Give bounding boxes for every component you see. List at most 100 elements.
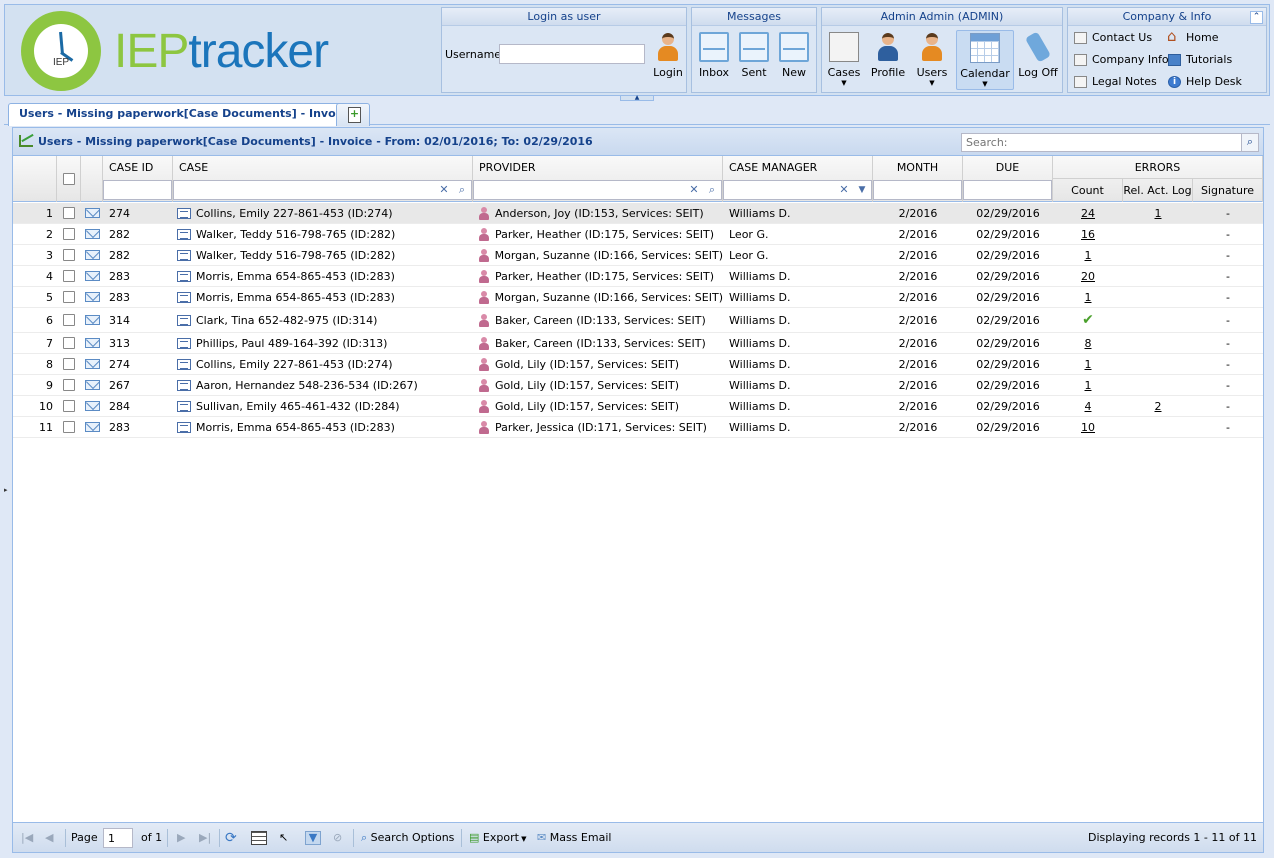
case-cell[interactable]: Walker, Teddy 516-798-765 (ID:282)	[177, 245, 473, 265]
table-row[interactable]: 7 313 Phillips, Paul 489-164-392 (ID:313…	[13, 333, 1263, 354]
case-cell[interactable]: Walker, Teddy 516-798-765 (ID:282)	[177, 224, 473, 244]
case-filter-input[interactable]	[173, 180, 472, 200]
row-checkbox[interactable]	[63, 337, 75, 349]
table-row[interactable]: 11 283 Morris, Emma 654-865-453 (ID:283)…	[13, 417, 1263, 438]
table-row[interactable]: 6 314 Clark, Tina 652-482-975 (ID:314) B…	[13, 308, 1263, 333]
case-filter-search-icon[interactable]: ⌕	[455, 181, 469, 199]
provider-cell[interactable]: Parker, Heather (ID:175, Services: SEIT)	[479, 266, 723, 286]
send-mail-icon[interactable]	[84, 271, 100, 281]
login-button[interactable]: Login	[648, 30, 688, 90]
table-row[interactable]: 2 282 Walker, Teddy 516-798-765 (ID:282)…	[13, 224, 1263, 245]
send-mail-icon[interactable]	[84, 422, 100, 432]
provider-filter-input[interactable]	[473, 180, 722, 200]
count-link[interactable]: 16	[1081, 228, 1095, 241]
table-row[interactable]: 9 267 Aaron, Hernandez 548-236-534 (ID:2…	[13, 375, 1263, 396]
count-link[interactable]: 1	[1085, 358, 1092, 371]
help-desk-link[interactable]: i Help Desk	[1166, 74, 1242, 90]
count-link[interactable]: 1	[1085, 249, 1092, 262]
case-cell[interactable]: Morris, Emma 654-865-453 (ID:283)	[177, 287, 473, 307]
case-cell[interactable]: Aaron, Hernandez 548-236-534 (ID:267)	[177, 375, 473, 395]
send-mail-icon[interactable]	[84, 292, 100, 302]
sent-button[interactable]: Sent	[734, 30, 774, 90]
send-mail-icon[interactable]	[84, 208, 100, 218]
search-input[interactable]	[961, 133, 1259, 152]
month-header[interactable]: MONTH	[873, 156, 963, 202]
filter-toggle-icon[interactable]: ▼	[305, 830, 321, 846]
username-input[interactable]	[499, 44, 645, 64]
provider-cell[interactable]: Morgan, Suzanne (ID:166, Services: SEIT)	[479, 245, 723, 265]
send-mail-icon[interactable]	[84, 315, 100, 325]
count-link[interactable]: 24	[1081, 207, 1095, 220]
send-mail-icon[interactable]	[84, 401, 100, 411]
columns-grid-icon[interactable]	[251, 830, 267, 846]
left-panel-expander-icon[interactable]: ▸	[4, 470, 9, 510]
table-row[interactable]: 1 274 Collins, Emily 227-861-453 (ID:274…	[13, 203, 1263, 224]
provider-cell[interactable]: Anderson, Joy (ID:153, Services: SEIT)	[479, 203, 723, 223]
cases-button[interactable]: Cases ▼	[824, 30, 864, 90]
provider-header[interactable]: PROVIDER ✕ ⌕	[473, 156, 723, 202]
provider-filter-search-icon[interactable]: ⌕	[705, 181, 719, 199]
refresh-icon[interactable]: ⟳	[225, 830, 237, 846]
log-off-button[interactable]: Log Off	[1018, 30, 1058, 90]
count-header[interactable]: Count	[1053, 179, 1123, 202]
month-filter-input[interactable]	[873, 180, 962, 200]
count-link[interactable]: 20	[1081, 270, 1095, 283]
case-cell[interactable]: Sullivan, Emily 465-461-432 (ID:284)	[177, 396, 473, 416]
row-checkbox[interactable]	[63, 358, 75, 370]
provider-cell[interactable]: Baker, Careen (ID:133, Services: SEIT)	[479, 308, 723, 332]
case-cell[interactable]: Collins, Emily 227-861-453 (ID:274)	[177, 203, 473, 223]
rel-act-log-link[interactable]: 1	[1155, 207, 1162, 220]
count-link[interactable]: 1	[1085, 379, 1092, 392]
count-link[interactable]: 10	[1081, 421, 1095, 434]
home-link[interactable]: Home	[1166, 28, 1218, 46]
clear-filter-icon[interactable]: ⊘	[333, 830, 342, 846]
signature-header[interactable]: Signature	[1193, 179, 1263, 202]
mass-email-button[interactable]: ✉ Mass Email	[537, 830, 611, 846]
provider-cell[interactable]: Gold, Lily (ID:157, Services: SEIT)	[479, 396, 723, 416]
add-tab-button[interactable]	[336, 103, 370, 126]
send-mail-icon[interactable]	[84, 229, 100, 239]
provider-filter-clear-icon[interactable]: ✕	[687, 181, 701, 199]
collapse-header-icon[interactable]: ⌃	[1250, 11, 1263, 24]
legal-notes-link[interactable]: Legal Notes	[1072, 74, 1157, 90]
send-mail-icon[interactable]	[84, 250, 100, 260]
case-cell[interactable]: Phillips, Paul 489-164-392 (ID:313)	[177, 333, 473, 353]
due-filter-input[interactable]	[963, 180, 1052, 200]
tutorials-link[interactable]: Tutorials	[1166, 52, 1232, 68]
count-link[interactable]: 4	[1085, 400, 1092, 413]
export-button[interactable]: ▤ Export ▼	[469, 830, 527, 846]
case-manager-dropdown-icon[interactable]: ▼	[855, 181, 869, 199]
next-page-icon[interactable]: ▶	[177, 830, 185, 846]
profile-button[interactable]: Profile	[868, 30, 908, 90]
provider-cell[interactable]: Gold, Lily (ID:157, Services: SEIT)	[479, 375, 723, 395]
provider-cell[interactable]: Parker, Heather (ID:175, Services: SEIT)	[479, 224, 723, 244]
case-id-header[interactable]: CASE ID	[103, 156, 173, 202]
row-checkbox[interactable]	[63, 207, 75, 219]
send-mail-icon[interactable]	[84, 359, 100, 369]
table-row[interactable]: 10 284 Sullivan, Emily 465-461-432 (ID:2…	[13, 396, 1263, 417]
row-checkbox[interactable]	[63, 421, 75, 433]
case-cell[interactable]: Morris, Emma 654-865-453 (ID:283)	[177, 417, 473, 437]
provider-cell[interactable]: Parker, Jessica (ID:171, Services: SEIT)	[479, 417, 723, 437]
row-checkbox[interactable]	[63, 291, 75, 303]
provider-cell[interactable]: Gold, Lily (ID:157, Services: SEIT)	[479, 354, 723, 374]
rel-act-log-header[interactable]: Rel. Act. Log	[1123, 179, 1193, 202]
row-checkbox[interactable]	[63, 249, 75, 261]
rel-act-log-link[interactable]: 2	[1155, 400, 1162, 413]
first-page-icon[interactable]: |◀	[21, 830, 33, 846]
provider-cell[interactable]: Baker, Careen (ID:133, Services: SEIT)	[479, 333, 723, 353]
table-row[interactable]: 3 282 Walker, Teddy 516-798-765 (ID:282)…	[13, 245, 1263, 266]
case-manager-filter-clear-icon[interactable]: ✕	[837, 181, 851, 199]
count-link[interactable]: 1	[1085, 291, 1092, 304]
row-checkbox[interactable]	[63, 400, 75, 412]
case-cell[interactable]: Morris, Emma 654-865-453 (ID:283)	[177, 266, 473, 286]
contact-us-link[interactable]: Contact Us	[1072, 30, 1152, 46]
users-button[interactable]: Users ▼	[912, 30, 952, 90]
table-row[interactable]: 5 283 Morris, Emma 654-865-453 (ID:283) …	[13, 287, 1263, 308]
search-icon[interactable]: ⌕	[1241, 134, 1258, 151]
case-header[interactable]: CASE ✕ ⌕	[173, 156, 473, 202]
table-row[interactable]: 4 283 Morris, Emma 654-865-453 (ID:283) …	[13, 266, 1263, 287]
page-number-input[interactable]	[103, 828, 133, 848]
case-filter-clear-icon[interactable]: ✕	[437, 181, 451, 199]
row-checkbox[interactable]	[63, 270, 75, 282]
